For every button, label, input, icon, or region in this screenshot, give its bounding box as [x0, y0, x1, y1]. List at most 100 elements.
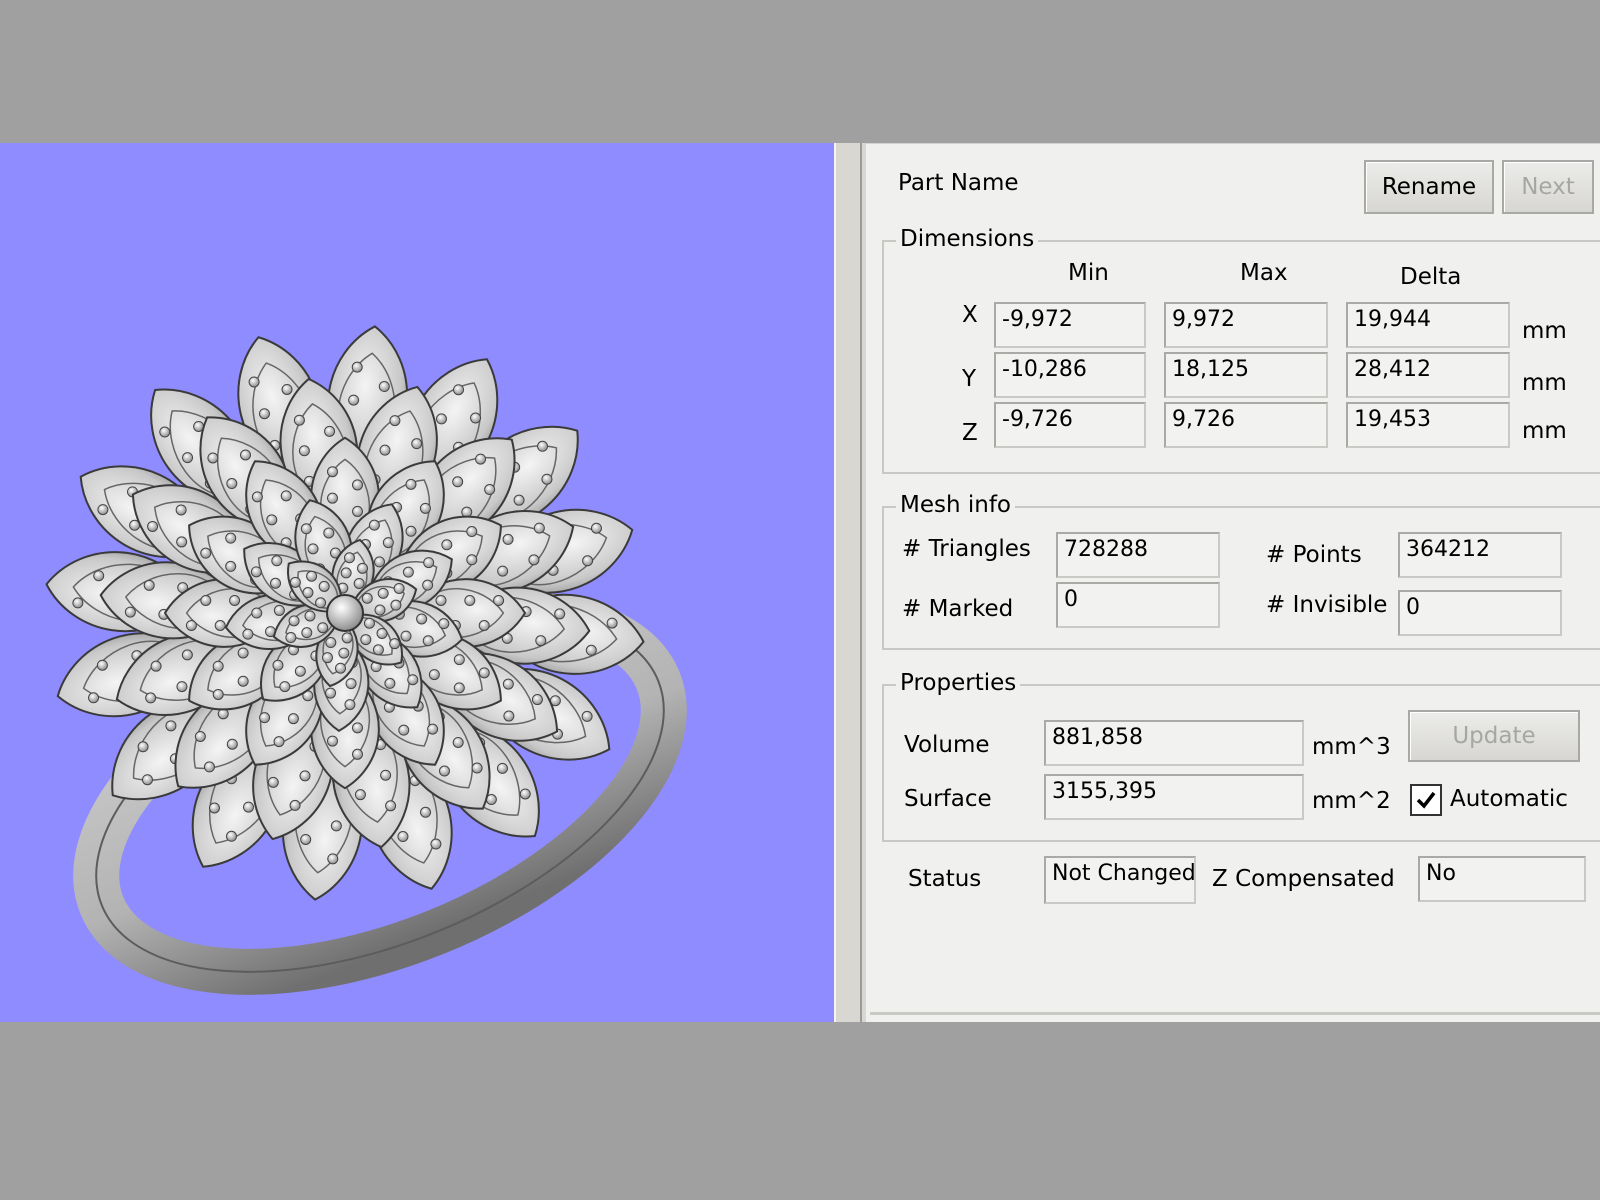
- bead: [240, 449, 252, 461]
- 3d-viewport[interactable]: [0, 143, 834, 1022]
- bead: [416, 613, 428, 625]
- bead: [435, 413, 447, 425]
- bead: [385, 800, 397, 812]
- bead: [273, 736, 285, 748]
- x-min-field[interactable]: -9,972: [994, 302, 1146, 348]
- bead: [200, 595, 212, 606]
- bead: [226, 738, 238, 750]
- bead: [340, 567, 352, 579]
- bead: [513, 494, 525, 506]
- bead: [327, 735, 338, 747]
- bead: [389, 415, 401, 427]
- bead: [378, 381, 390, 393]
- bead: [212, 660, 224, 672]
- bead: [537, 440, 549, 452]
- surface-field[interactable]: 3155,395: [1044, 774, 1304, 820]
- bead: [357, 562, 369, 574]
- bead: [606, 617, 618, 629]
- z-min-field[interactable]: -9,726: [994, 402, 1146, 448]
- x-delta-field[interactable]: 19,944: [1346, 302, 1510, 348]
- marked-field[interactable]: 0: [1056, 582, 1220, 628]
- bead: [389, 638, 401, 650]
- x-unit: mm: [1522, 318, 1567, 344]
- automatic-label: Automatic: [1450, 786, 1568, 812]
- automatic-checkbox[interactable]: [1410, 784, 1442, 816]
- bead: [453, 654, 465, 666]
- bead: [225, 532, 237, 544]
- ring-model: [45, 325, 687, 995]
- next-button[interactable]: Next: [1502, 160, 1594, 214]
- bead: [390, 599, 402, 611]
- bead: [435, 595, 447, 606]
- bead: [270, 577, 282, 589]
- bead: [377, 587, 389, 599]
- bead: [212, 688, 224, 700]
- bead: [301, 627, 313, 639]
- bead: [344, 699, 356, 711]
- axis-z-label: Z: [962, 420, 978, 446]
- bead: [352, 505, 363, 517]
- bead: [150, 660, 162, 672]
- bead: [541, 473, 553, 485]
- bead: [407, 674, 419, 686]
- bead: [237, 647, 249, 659]
- points-field[interactable]: 364212: [1398, 532, 1562, 578]
- bead: [176, 536, 188, 548]
- bead: [143, 579, 155, 591]
- volume-field[interactable]: 881,858: [1044, 720, 1304, 766]
- bead: [214, 620, 226, 631]
- bead: [382, 537, 394, 549]
- bead: [285, 632, 297, 644]
- bead: [280, 490, 292, 502]
- bead: [352, 748, 363, 760]
- bead: [325, 637, 337, 649]
- volume-unit: mm^3: [1312, 734, 1391, 760]
- triangles-field[interactable]: 728288: [1056, 532, 1220, 578]
- bead: [466, 526, 478, 538]
- triangles-label: # Triangles: [902, 536, 1031, 562]
- surface-label: Surface: [904, 786, 992, 812]
- z-max-field[interactable]: 9,726: [1164, 402, 1328, 448]
- panel-bottom-edge: [870, 1012, 1600, 1015]
- properties-legend: Properties: [896, 670, 1021, 696]
- bead: [300, 833, 312, 845]
- update-button[interactable]: Update: [1408, 710, 1580, 762]
- bead: [294, 665, 306, 677]
- bead: [207, 452, 219, 464]
- bead: [225, 560, 237, 572]
- panel-splitter[interactable]: [834, 143, 866, 1022]
- rename-button[interactable]: Rename: [1364, 160, 1494, 214]
- bead: [379, 444, 391, 456]
- bead: [327, 492, 338, 504]
- bead: [531, 694, 543, 706]
- bead: [554, 608, 566, 620]
- z-compensated-label: Z Compensated: [1212, 866, 1395, 892]
- bead: [581, 710, 593, 722]
- bead: [145, 692, 157, 704]
- bead: [471, 762, 483, 774]
- bead: [306, 570, 318, 582]
- z-delta-field[interactable]: 19,453: [1346, 402, 1510, 448]
- bead: [300, 523, 312, 535]
- status-field: Not Changed: [1044, 856, 1196, 904]
- bead: [229, 595, 241, 606]
- bead: [374, 604, 386, 616]
- bead: [248, 376, 260, 388]
- y-max-field[interactable]: 18,125: [1164, 352, 1328, 398]
- invisible-field[interactable]: 0: [1398, 590, 1562, 636]
- bead: [289, 576, 301, 588]
- bead: [338, 647, 350, 659]
- y-min-field[interactable]: -10,286: [994, 352, 1146, 398]
- bead: [330, 820, 342, 832]
- y-delta-field[interactable]: 28,412: [1346, 352, 1510, 398]
- bead: [341, 632, 353, 644]
- status-label: Status: [908, 866, 982, 892]
- bead: [373, 556, 385, 568]
- bead: [266, 514, 278, 526]
- bead: [354, 789, 366, 801]
- x-max-field[interactable]: 9,972: [1164, 302, 1328, 348]
- part-name-label: Part Name: [898, 170, 1019, 196]
- bead: [452, 476, 464, 488]
- bead: [307, 543, 319, 555]
- bead: [502, 533, 514, 545]
